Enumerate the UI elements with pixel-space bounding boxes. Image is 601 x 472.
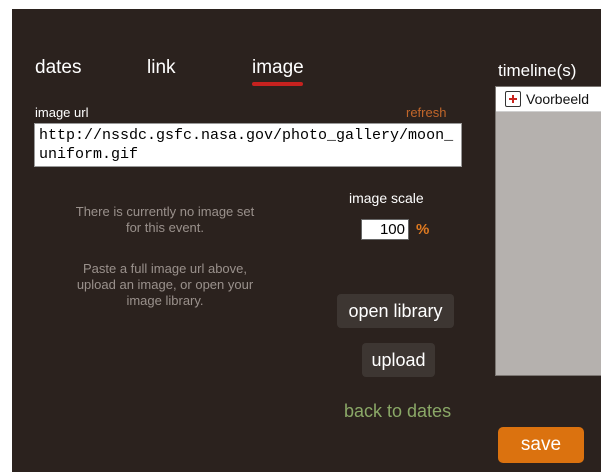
tab-dates[interactable]: dates <box>35 57 81 79</box>
event-editor-panel: dates link image image url refresh http:… <box>12 9 601 472</box>
image-url-label: image url <box>35 105 89 120</box>
save-button[interactable]: save <box>498 427 584 463</box>
tab-link[interactable]: link <box>147 57 176 79</box>
timeline-list[interactable]: Voorbeeld <box>495 86 601 376</box>
image-scale-input[interactable]: 100 <box>361 219 409 240</box>
upload-button[interactable]: upload <box>362 343 435 377</box>
back-to-dates-link[interactable]: back to dates <box>344 401 451 422</box>
percent-unit: % <box>416 221 430 238</box>
timelines-title: timeline(s) <box>498 61 577 80</box>
timeline-item-label: Voorbeeld <box>526 91 590 107</box>
instructions-text: Paste a full image url above, upload an … <box>76 261 254 308</box>
timeline-item[interactable]: Voorbeeld <box>496 87 601 112</box>
plus-icon[interactable] <box>505 91 521 107</box>
image-scale-label: image scale <box>349 190 424 206</box>
tab-image[interactable]: image <box>252 57 304 79</box>
active-tab-indicator <box>252 82 303 86</box>
refresh-link[interactable]: refresh <box>406 105 446 120</box>
image-url-input[interactable]: http://nssdc.gsfc.nasa.gov/photo_gallery… <box>34 123 462 167</box>
open-library-button[interactable]: open library <box>337 294 454 328</box>
no-image-message: There is currently no image set for this… <box>75 204 255 235</box>
